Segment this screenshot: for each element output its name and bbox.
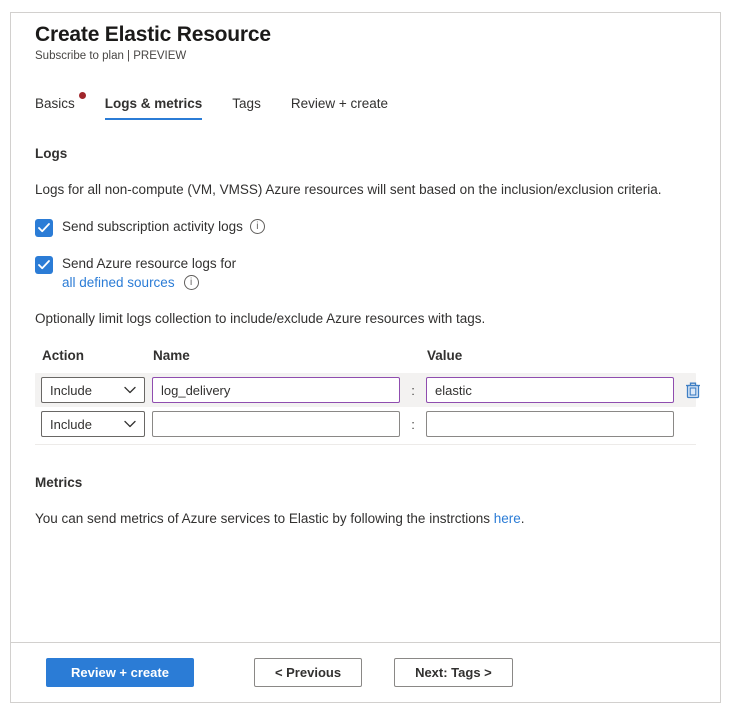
column-header-action: Action (35, 348, 139, 373)
tag-name-input[interactable] (152, 411, 400, 437)
tab-basics-label: Basics (35, 96, 75, 111)
tag-table-header-row: Action Name Value (35, 348, 696, 373)
info-icon[interactable]: i (250, 219, 265, 234)
checkmark-icon (38, 223, 50, 233)
column-header-name: Name (146, 348, 394, 373)
resource-logs-check-row: Send Azure resource logs for all defined… (35, 256, 696, 290)
activity-logs-checkbox-label: Send subscription activity logs (62, 219, 243, 234)
tab-logs-metrics-label: Logs & metrics (105, 96, 203, 111)
tab-tags-label: Tags (232, 96, 261, 111)
action-dropdown[interactable]: Include (41, 377, 145, 403)
activity-logs-checkbox[interactable] (35, 219, 53, 237)
tab-bar: Basics Logs & metrics Tags Review + crea… (35, 96, 696, 120)
activity-logs-check-row: Send subscription activity logs i (35, 219, 696, 237)
validation-error-dot (79, 92, 86, 99)
tag-value-input[interactable] (426, 411, 674, 437)
next-tags-button[interactable]: Next: Tags > (394, 658, 513, 687)
info-icon[interactable]: i (184, 275, 199, 290)
page-title: Create Elastic Resource (35, 23, 696, 47)
action-dropdown-value: Include (50, 417, 92, 432)
chevron-down-icon (124, 420, 136, 428)
metrics-section-heading: Metrics (35, 475, 696, 490)
all-defined-sources-link[interactable]: all defined sources (62, 275, 175, 290)
metrics-description-text: You can send metrics of Azure services t… (35, 511, 494, 526)
tab-review-create-label: Review + create (291, 96, 388, 111)
tags-hint-text: Optionally limit logs collection to incl… (35, 311, 696, 326)
metrics-description-period: . (521, 511, 525, 526)
logs-description: Logs for all non-compute (VM, VMSS) Azur… (35, 182, 696, 197)
tab-basics[interactable]: Basics (35, 96, 75, 120)
review-create-button[interactable]: Review + create (46, 658, 194, 687)
metrics-description: You can send metrics of Azure services t… (35, 511, 696, 526)
create-elastic-resource-panel: Create Elastic Resource Subscribe to pla… (10, 12, 721, 703)
resource-logs-checkbox[interactable] (35, 256, 53, 274)
tag-name-input[interactable] (152, 377, 400, 403)
action-dropdown[interactable]: Include (41, 411, 145, 437)
tab-review-create[interactable]: Review + create (291, 96, 388, 120)
tag-filter-table: Action Name Value Include : (35, 348, 696, 445)
table-row: Include : (35, 373, 696, 407)
page-subtitle: Subscribe to plan | PREVIEW (35, 50, 696, 62)
tag-value-input[interactable] (426, 377, 674, 403)
logs-section-heading: Logs (35, 146, 696, 161)
metrics-instructions-link[interactable]: here (494, 511, 521, 526)
chevron-down-icon (124, 386, 136, 394)
table-bottom-divider (35, 444, 696, 445)
tab-logs-metrics[interactable]: Logs & metrics (105, 96, 203, 120)
column-header-value: Value (420, 348, 668, 373)
checkmark-icon (38, 260, 50, 270)
delete-row-button[interactable] (681, 378, 705, 402)
action-dropdown-value: Include (50, 383, 92, 398)
resource-logs-checkbox-label: Send Azure resource logs for (62, 256, 236, 271)
name-value-separator: : (407, 383, 419, 398)
table-row: Include : (35, 407, 696, 441)
name-value-separator: : (407, 417, 419, 432)
wizard-footer: Review + create < Previous Next: Tags > (11, 642, 720, 702)
delete-icon (685, 381, 701, 399)
previous-button[interactable]: < Previous (254, 658, 362, 687)
tab-tags[interactable]: Tags (232, 96, 261, 120)
